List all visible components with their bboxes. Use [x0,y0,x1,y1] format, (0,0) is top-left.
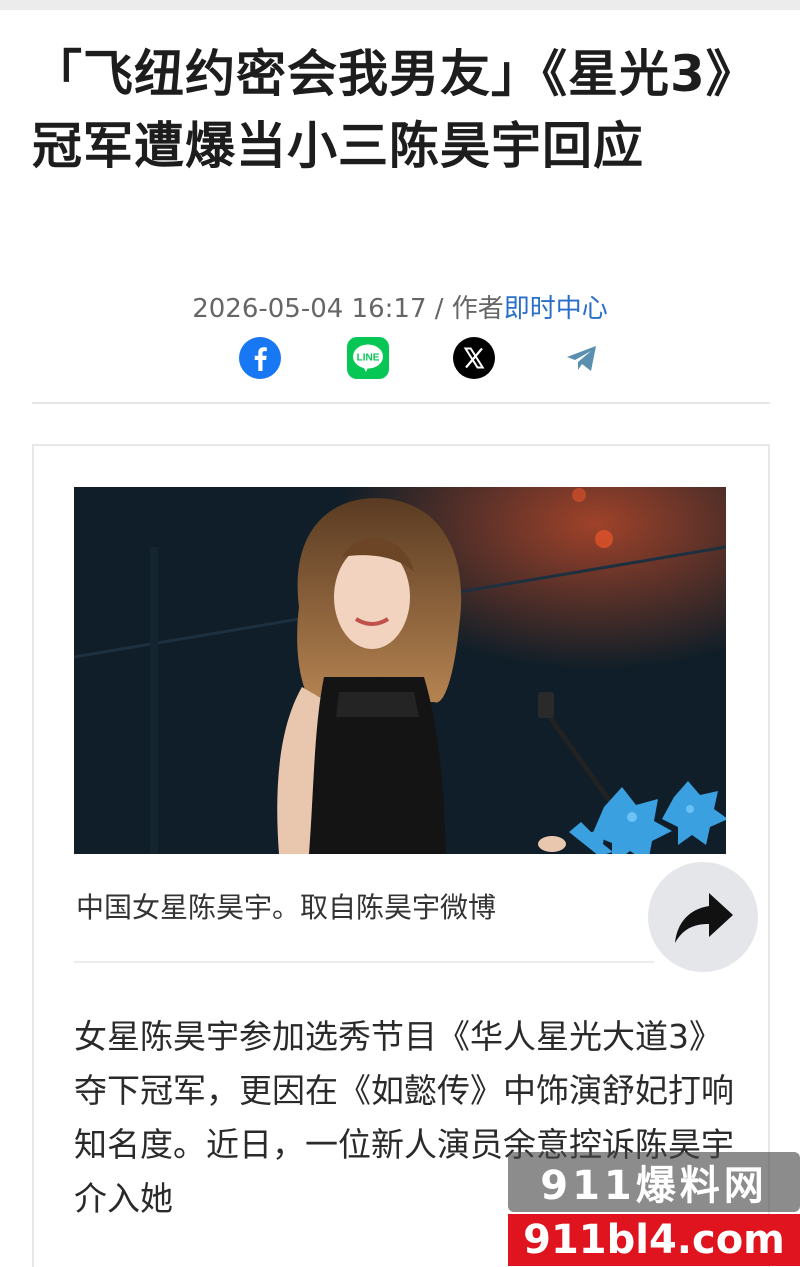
author-link[interactable]: 即时中心 [504,294,608,324]
article-meta: 2026-05-04 16:17 / 作者即时中心 [0,288,800,325]
caption-divider [74,961,654,963]
meta-separator: / [426,294,452,324]
author-label: 作者 [451,294,504,324]
site-watermark: 911爆料网 911bl4.com [508,1152,800,1267]
share-arrow-icon [675,893,733,943]
line-icon: LINE [347,337,389,379]
top-strip [0,0,800,10]
telegram-share-button[interactable] [560,336,604,380]
article-title: 「飞纽约密会我男友」《星光3》冠军遭爆当小三陈昊宇回应 [32,45,757,175]
share-floating-button[interactable] [648,862,758,972]
facebook-share-button[interactable] [238,336,282,380]
header-divider [32,402,770,404]
share-bar: LINE [0,336,800,382]
watermark-brand: 911爆料网 [508,1152,800,1212]
line-icon-label: LINE [357,353,380,364]
x-share-button[interactable] [452,336,496,380]
photo-illustration [74,487,726,854]
x-icon [453,337,495,379]
publish-date: 2026-05-04 16:17 [192,294,427,324]
line-share-button[interactable]: LINE [346,336,390,380]
telegram-icon [567,346,596,371]
photo-caption: 中国女星陈昊宇。取自陈昊宇微博 [76,891,497,924]
article-photo[interactable] [74,487,726,854]
watermark-url: 911bl4.com [508,1214,800,1266]
facebook-icon [239,337,281,379]
